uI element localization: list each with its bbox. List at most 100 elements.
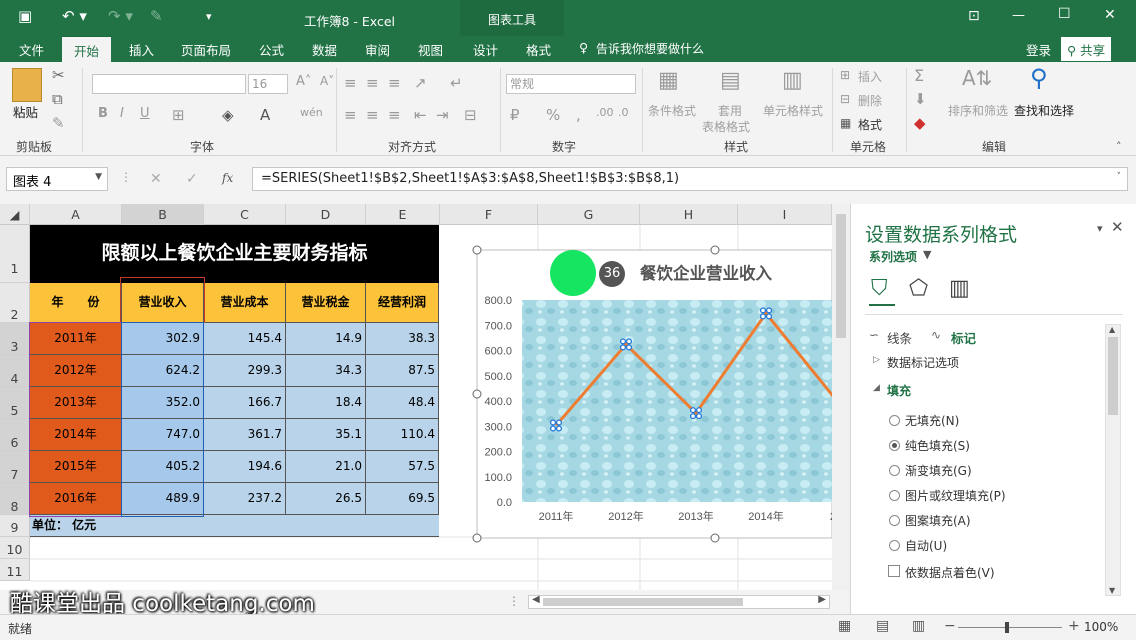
page-layout-view-icon[interactable]: ▤: [876, 618, 889, 634]
value-cell[interactable]: 361.7: [204, 419, 286, 451]
enter-icon[interactable]: ✓: [186, 171, 198, 187]
pane-options-icon[interactable]: ▾: [1097, 222, 1103, 235]
series-options-dropdown[interactable]: 系列选项: [869, 248, 917, 265]
expand-arrow-icon[interactable]: ▷: [873, 355, 880, 365]
bold-button[interactable]: B: [98, 106, 108, 121]
tab-review[interactable]: 审阅: [365, 40, 390, 59]
row-header[interactable]: 5: [0, 387, 30, 419]
cancel-icon[interactable]: ✕: [150, 171, 162, 187]
zoom-in-icon[interactable]: +: [1068, 618, 1080, 634]
column-header-c[interactable]: C: [204, 204, 286, 225]
tab-home[interactable]: 开始: [62, 36, 112, 62]
value-cell[interactable]: 145.4: [204, 323, 286, 355]
font-color-icon[interactable]: A: [260, 106, 270, 124]
conditional-format-icon[interactable]: ▦: [658, 68, 679, 93]
row-header[interactable]: 4: [0, 355, 30, 387]
vary-colors-checkbox[interactable]: [888, 565, 900, 577]
orientation-icon[interactable]: ↗: [414, 74, 427, 92]
font-name-box[interactable]: [92, 74, 246, 94]
value-cell[interactable]: 237.2: [204, 483, 286, 515]
fill-line-icon[interactable]: ⛉: [871, 276, 888, 301]
value-cell[interactable]: 57.5: [366, 451, 439, 483]
value-cell[interactable]: 194.6: [204, 451, 286, 483]
radio-no-fill[interactable]: [889, 415, 900, 426]
autosum-icon[interactable]: Σ: [914, 66, 924, 85]
table-format-label-2[interactable]: 表格格式: [702, 118, 750, 135]
clear-icon[interactable]: ◆: [914, 114, 926, 132]
row-header[interactable]: 6: [0, 419, 30, 451]
insert-function-button[interactable]: fx: [222, 171, 233, 185]
header-cell-year[interactable]: 年 份: [30, 283, 122, 323]
scroll-left-icon[interactable]: ◀: [532, 594, 540, 605]
tab-page-layout[interactable]: 页面布局: [181, 40, 231, 59]
align-middle-icon[interactable]: ≡: [366, 74, 379, 92]
save-icon[interactable]: ▣: [18, 7, 32, 25]
option-solid-fill[interactable]: 纯色填充(S): [905, 437, 970, 454]
font-size-box[interactable]: 16: [248, 74, 288, 94]
align-left-icon[interactable]: ≡: [344, 106, 357, 124]
align-right-icon[interactable]: ≡: [388, 106, 401, 124]
customize-qat-icon[interactable]: ▾: [206, 10, 212, 23]
chevron-down-icon[interactable]: ▼: [95, 172, 102, 182]
row-header[interactable]: 8: [0, 483, 30, 515]
header-cell-profit[interactable]: 经营利润: [366, 283, 439, 323]
header-cell-tax[interactable]: 营业税金: [286, 283, 366, 323]
sort-filter-label[interactable]: 排序和筛选: [948, 102, 1008, 119]
undo-icon[interactable]: ↶ ▾: [62, 7, 87, 25]
header-cell-cost[interactable]: 营业成本: [204, 283, 286, 323]
find-icon[interactable]: ⚲: [1030, 64, 1048, 92]
format-cells-icon[interactable]: ▦: [840, 116, 851, 130]
insert-cells-icon[interactable]: ⊞: [840, 68, 850, 82]
value-cell[interactable]: 34.3: [286, 355, 366, 387]
option-no-fill[interactable]: 无填充(N): [905, 412, 959, 429]
pane-scroll-down-icon[interactable]: ▼: [1109, 586, 1115, 595]
conditional-format-label[interactable]: 条件格式: [648, 102, 696, 119]
tab-view[interactable]: 视图: [418, 40, 443, 59]
indent-increase-icon[interactable]: ⇥: [436, 106, 449, 124]
column-header-b[interactable]: B: [122, 204, 204, 225]
paste-label[interactable]: 粘贴: [13, 102, 38, 121]
format-painter-icon[interactable]: ✎: [52, 114, 65, 132]
tab-insert[interactable]: 插入: [129, 40, 154, 59]
column-header-h[interactable]: H: [640, 204, 738, 225]
copy-icon[interactable]: ⧉: [52, 90, 63, 108]
series-options-icon[interactable]: ▥: [949, 276, 970, 301]
ribbon-display-button[interactable]: ⊡: [968, 8, 980, 24]
fill-section[interactable]: 填充: [887, 382, 911, 399]
pane-scrollbar[interactable]: ▲ ▼: [1105, 324, 1121, 596]
tab-file[interactable]: 文件: [19, 40, 44, 59]
select-all-corner[interactable]: ◢: [0, 204, 30, 225]
row-header[interactable]: 9: [0, 515, 30, 537]
vertical-scrollbar[interactable]: [832, 204, 850, 590]
maximize-button[interactable]: ☐: [1058, 6, 1071, 22]
plot-area[interactable]: [522, 300, 832, 502]
indent-decrease-icon[interactable]: ⇤: [414, 106, 427, 124]
value-cell[interactable]: 21.0: [286, 451, 366, 483]
option-gradient-fill[interactable]: 渐变填充(G): [905, 462, 972, 479]
row-header[interactable]: 2: [0, 283, 30, 323]
option-picture-fill[interactable]: 图片或纹理填充(P): [905, 487, 1006, 504]
pane-close-icon[interactable]: ✕: [1111, 218, 1124, 236]
percent-button[interactable]: %: [546, 106, 560, 124]
pane-scroll-up-icon[interactable]: ▲: [1109, 325, 1115, 334]
option-pattern-fill[interactable]: 图案填充(A): [905, 512, 971, 529]
align-bottom-icon[interactable]: ≡: [388, 74, 401, 92]
column-header-f[interactable]: F: [440, 204, 538, 225]
italic-button[interactable]: I: [120, 106, 124, 121]
zoom-slider[interactable]: [958, 627, 1062, 628]
marker-tab[interactable]: 标记: [951, 328, 976, 347]
table-title[interactable]: 限额以上餐饮企业主要财务指标: [30, 225, 439, 283]
border-icon[interactable]: ⊞: [172, 106, 185, 124]
value-cell[interactable]: 166.7: [204, 387, 286, 419]
value-cell[interactable]: 38.3: [366, 323, 439, 355]
comma-button[interactable]: ,: [576, 106, 581, 124]
grow-font-icon[interactable]: A˄: [296, 74, 311, 89]
marker-options-section[interactable]: 数据标记选项: [887, 354, 959, 371]
horizontal-scrollbar[interactable]: ◀ ▶: [528, 594, 830, 609]
underline-button[interactable]: U: [140, 106, 150, 121]
scroll-thumb[interactable]: [836, 214, 846, 338]
value-cell[interactable]: 110.4: [366, 419, 439, 451]
delete-cells-icon[interactable]: ⊟: [840, 92, 850, 106]
decrease-decimal-icon[interactable]: .0: [618, 106, 629, 119]
row-header[interactable]: 11: [0, 559, 30, 581]
